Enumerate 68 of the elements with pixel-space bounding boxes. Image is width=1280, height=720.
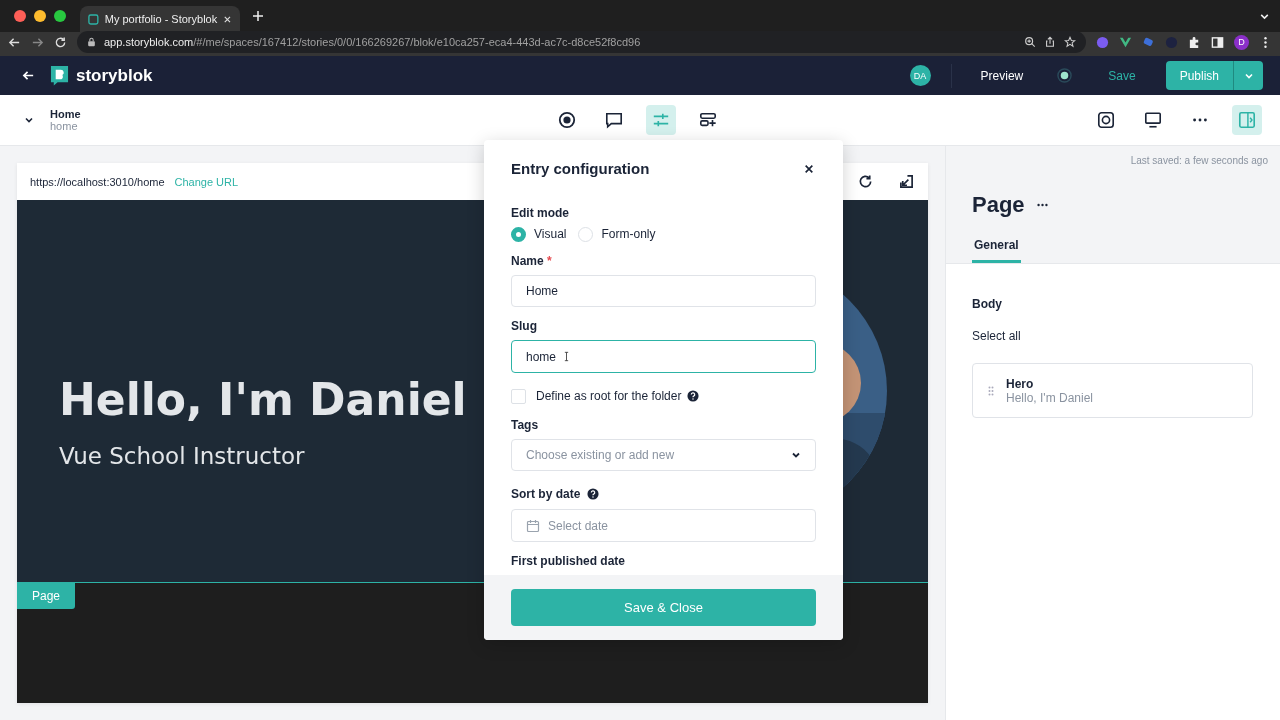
- calendar-icon: [526, 518, 540, 533]
- browser-tab[interactable]: My portfolio - Storyblok: [80, 6, 240, 32]
- radio-button[interactable]: [511, 226, 526, 242]
- zoom-icon[interactable]: [1024, 36, 1036, 48]
- field-label: Name *: [511, 253, 553, 268]
- checkbox-label[interactable]: Define as root for the folder: [536, 389, 682, 404]
- logo-icon: [50, 65, 69, 86]
- share-icon[interactable]: [1044, 36, 1056, 48]
- back-icon[interactable]: [22, 69, 35, 82]
- help-icon[interactable]: [687, 390, 700, 403]
- text-cursor-icon: [564, 351, 570, 363]
- field-label: Edit mode: [511, 205, 570, 220]
- more-icon[interactable]: [1036, 203, 1048, 207]
- maximize-window-icon[interactable]: [54, 10, 66, 22]
- close-window-icon[interactable]: [14, 10, 26, 22]
- minimize-window-icon[interactable]: [34, 10, 46, 22]
- field-label: Sort by date: [511, 487, 581, 502]
- sidebar-icon[interactable]: [1211, 35, 1224, 49]
- new-tab-icon[interactable]: [252, 10, 264, 22]
- name-input[interactable]: Home: [511, 274, 816, 308]
- radio-label[interactable]: Form-only: [601, 227, 656, 242]
- preview-url: https://localhost:3010/home: [30, 175, 165, 188]
- add-block-icon[interactable]: [699, 111, 717, 129]
- story-name: Home: [50, 108, 82, 120]
- drag-handle-icon[interactable]: [988, 385, 994, 396]
- favicon-icon: [88, 13, 99, 25]
- camera-icon[interactable]: [1097, 111, 1115, 129]
- puzzle-icon[interactable]: [1188, 35, 1201, 49]
- comment-icon[interactable]: [605, 111, 623, 129]
- status-icon: [1057, 68, 1073, 83]
- url-text: app.storyblok.com/#/me/spaces/167412/stories/0/0/166269267/blok/e10ca257-eca4-443d-ac7c-d8ce52f8cd96: [104, 36, 642, 48]
- save-button[interactable]: Save: [1102, 67, 1142, 84]
- hero-subtitle: Vue School Instructor: [59, 442, 306, 469]
- select-all-link[interactable]: Select all: [972, 329, 1253, 343]
- reload-icon[interactable]: [54, 35, 67, 49]
- field-label: First published date: [511, 554, 626, 568]
- radio-label[interactable]: Visual: [534, 227, 567, 242]
- chevron-down-icon[interactable]: [24, 115, 34, 125]
- block-card[interactable]: Hero Hello, I'm Daniel: [972, 363, 1253, 418]
- target-icon[interactable]: [558, 111, 576, 129]
- hero-title: Hello, I'm Daniel: [59, 373, 467, 425]
- block-title: Hero: [1006, 376, 1035, 391]
- field-label: Body: [972, 297, 1003, 311]
- monitor-icon[interactable]: [1144, 111, 1162, 129]
- field-label: Tags: [511, 417, 540, 432]
- preview-button[interactable]: Preview: [972, 68, 1032, 83]
- star-icon[interactable]: [1064, 36, 1076, 48]
- dialog-title: Entry configuration: [511, 160, 650, 178]
- refresh-icon[interactable]: [858, 174, 873, 189]
- profile-avatar[interactable]: D: [1234, 34, 1249, 50]
- field-label: Slug: [511, 319, 538, 334]
- sliders-icon[interactable]: [652, 111, 670, 129]
- open-external-icon[interactable]: [899, 174, 914, 189]
- story-slug: home: [50, 120, 79, 132]
- lock-icon: [87, 37, 96, 47]
- extension-icon[interactable]: [1096, 35, 1109, 49]
- close-icon[interactable]: [804, 163, 814, 174]
- checkbox[interactable]: [511, 388, 526, 404]
- block-subtitle: Hello, I'm Daniel: [1006, 390, 1093, 405]
- help-icon[interactable]: [587, 488, 600, 501]
- panel-tab[interactable]: General: [972, 238, 1021, 263]
- logo-text: storyblok: [76, 65, 153, 86]
- address-bar[interactable]: app.storyblok.com/#/me/spaces/167412/stories/0/0/166269267/blok/e10ca257-eca4-443d-ac7c-d8ce52f8cd96: [77, 31, 1086, 53]
- vue-icon[interactable]: [1119, 35, 1132, 49]
- extension-icon[interactable]: [1142, 35, 1155, 49]
- last-saved-text: Last saved: a few seconds ago: [1129, 155, 1268, 166]
- panel-title: Page: [972, 192, 1025, 218]
- slug-input[interactable]: home: [511, 340, 816, 373]
